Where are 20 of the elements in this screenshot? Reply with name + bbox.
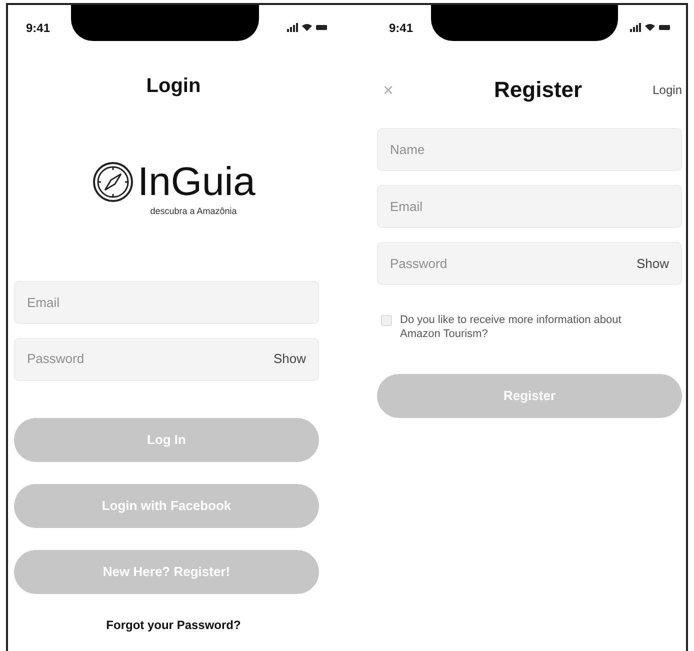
status-icons <box>287 22 327 32</box>
text-field[interactable]: Password Show <box>377 242 682 285</box>
status-time: 9:41 <box>389 20 414 37</box>
status-time: 9:41 <box>26 20 50 37</box>
screen-title: Register <box>494 76 582 104</box>
text-field[interactable]: Name <box>377 128 682 171</box>
compass-icon <box>92 161 134 203</box>
forgot-password-link[interactable]: Forgot your Password? <box>106 616 241 634</box>
show-password-link[interactable]: Show <box>636 254 669 274</box>
text-field[interactable]: Email <box>377 185 682 228</box>
logo-tagline: descubra a Amazônia <box>150 205 237 218</box>
text-field[interactable]: Email <box>14 280 319 324</box>
logo-wordmark: InGuia <box>138 162 256 202</box>
checkbox[interactable] <box>381 315 392 326</box>
checkbox-label: Do you like to receive more information about Amazon Tourism? <box>400 313 622 341</box>
screen-title: Login <box>145 74 202 99</box>
login-link[interactable]: Login <box>652 80 682 98</box>
status-icons <box>630 22 670 32</box>
show-password-link[interactable]: Show <box>273 349 306 369</box>
text-field[interactable]: Password Show <box>14 338 319 380</box>
